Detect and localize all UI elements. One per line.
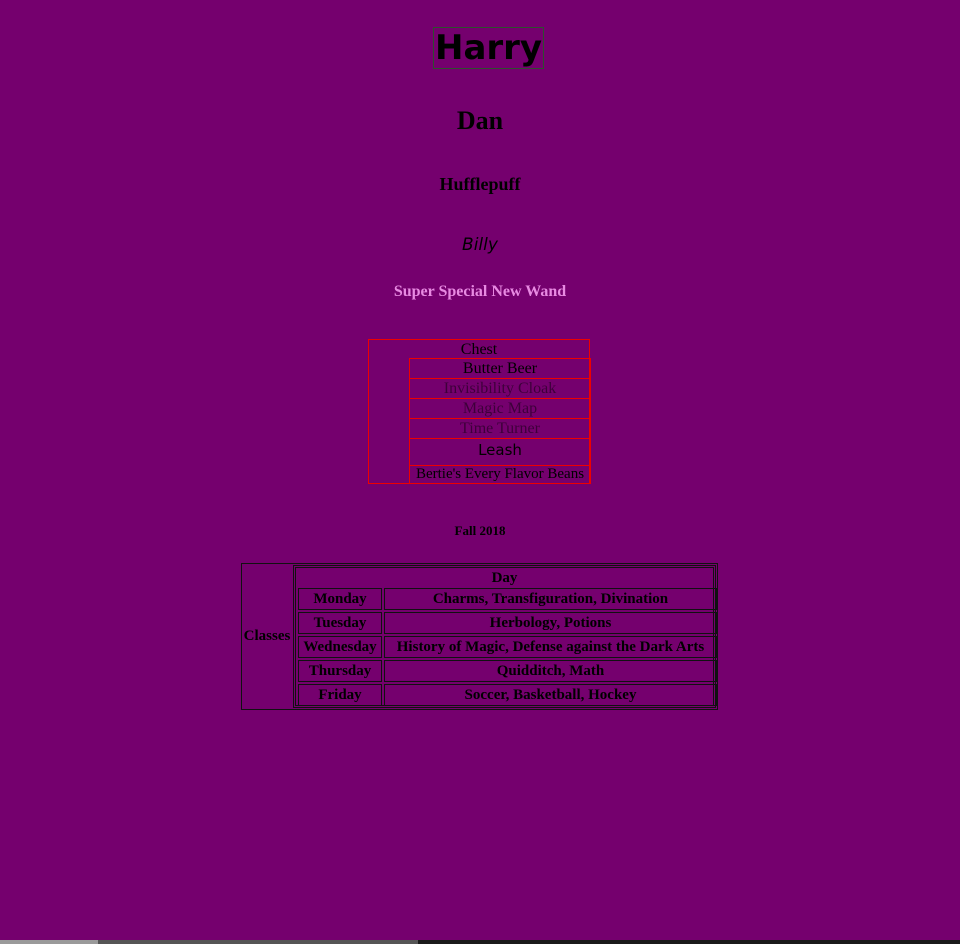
subjects-cell: Quidditch, Math — [384, 660, 717, 682]
chest-heading: Chest — [460, 341, 498, 358]
chest-item: Time Turner — [409, 418, 591, 439]
chest-item: Leash — [409, 438, 591, 466]
chest-item: Invisibility Cloak — [409, 378, 591, 399]
column-header-cell: Day — [491, 570, 518, 586]
subjects-cell: Charms, Transfiguration, Divination — [384, 588, 717, 610]
schedule-table: Classes Day Monday Charms, Transfigurati… — [241, 563, 718, 710]
subjects-cell: Soccer, Basketball, Hockey — [384, 684, 717, 706]
term-heading: Fall 2018 — [454, 523, 506, 538]
bottom-scrollbar[interactable] — [0, 940, 960, 944]
scrollbar-track-segment — [98, 940, 418, 944]
chest-item: Butter Beer — [409, 358, 591, 379]
day-cell: Monday — [298, 588, 382, 610]
row-header-cell: Classes — [243, 628, 291, 644]
schedule-inner-table: Day Monday Charms, Transfiguration, Divi… — [293, 565, 717, 708]
chest-table: Chest Butter Beer Invisibility Cloak Mag… — [368, 339, 591, 484]
day-cell: Friday — [298, 684, 382, 706]
page-title: Harry — [433, 27, 545, 69]
house-heading: Hufflepuff — [439, 174, 521, 194]
day-cell: Tuesday — [298, 612, 382, 634]
chest-item: Bertie's Every Flavor Beans — [409, 465, 591, 484]
subtitle-heading: Dan — [456, 106, 504, 135]
scrollbar-thumb[interactable] — [0, 940, 98, 944]
day-cell: Wednesday — [298, 636, 382, 658]
subjects-cell: Herbology, Potions — [384, 612, 717, 634]
wand-label: Super Special New Wand — [393, 283, 567, 300]
subjects-cell: History of Magic, Defense against the Da… — [384, 636, 717, 658]
page-background: Harry Dan Hufflepuff Billy Super Special… — [0, 0, 960, 940]
chest-item: Magic Map — [409, 398, 591, 419]
script-name-text: Billy — [462, 235, 498, 255]
day-cell: Thursday — [298, 660, 382, 682]
